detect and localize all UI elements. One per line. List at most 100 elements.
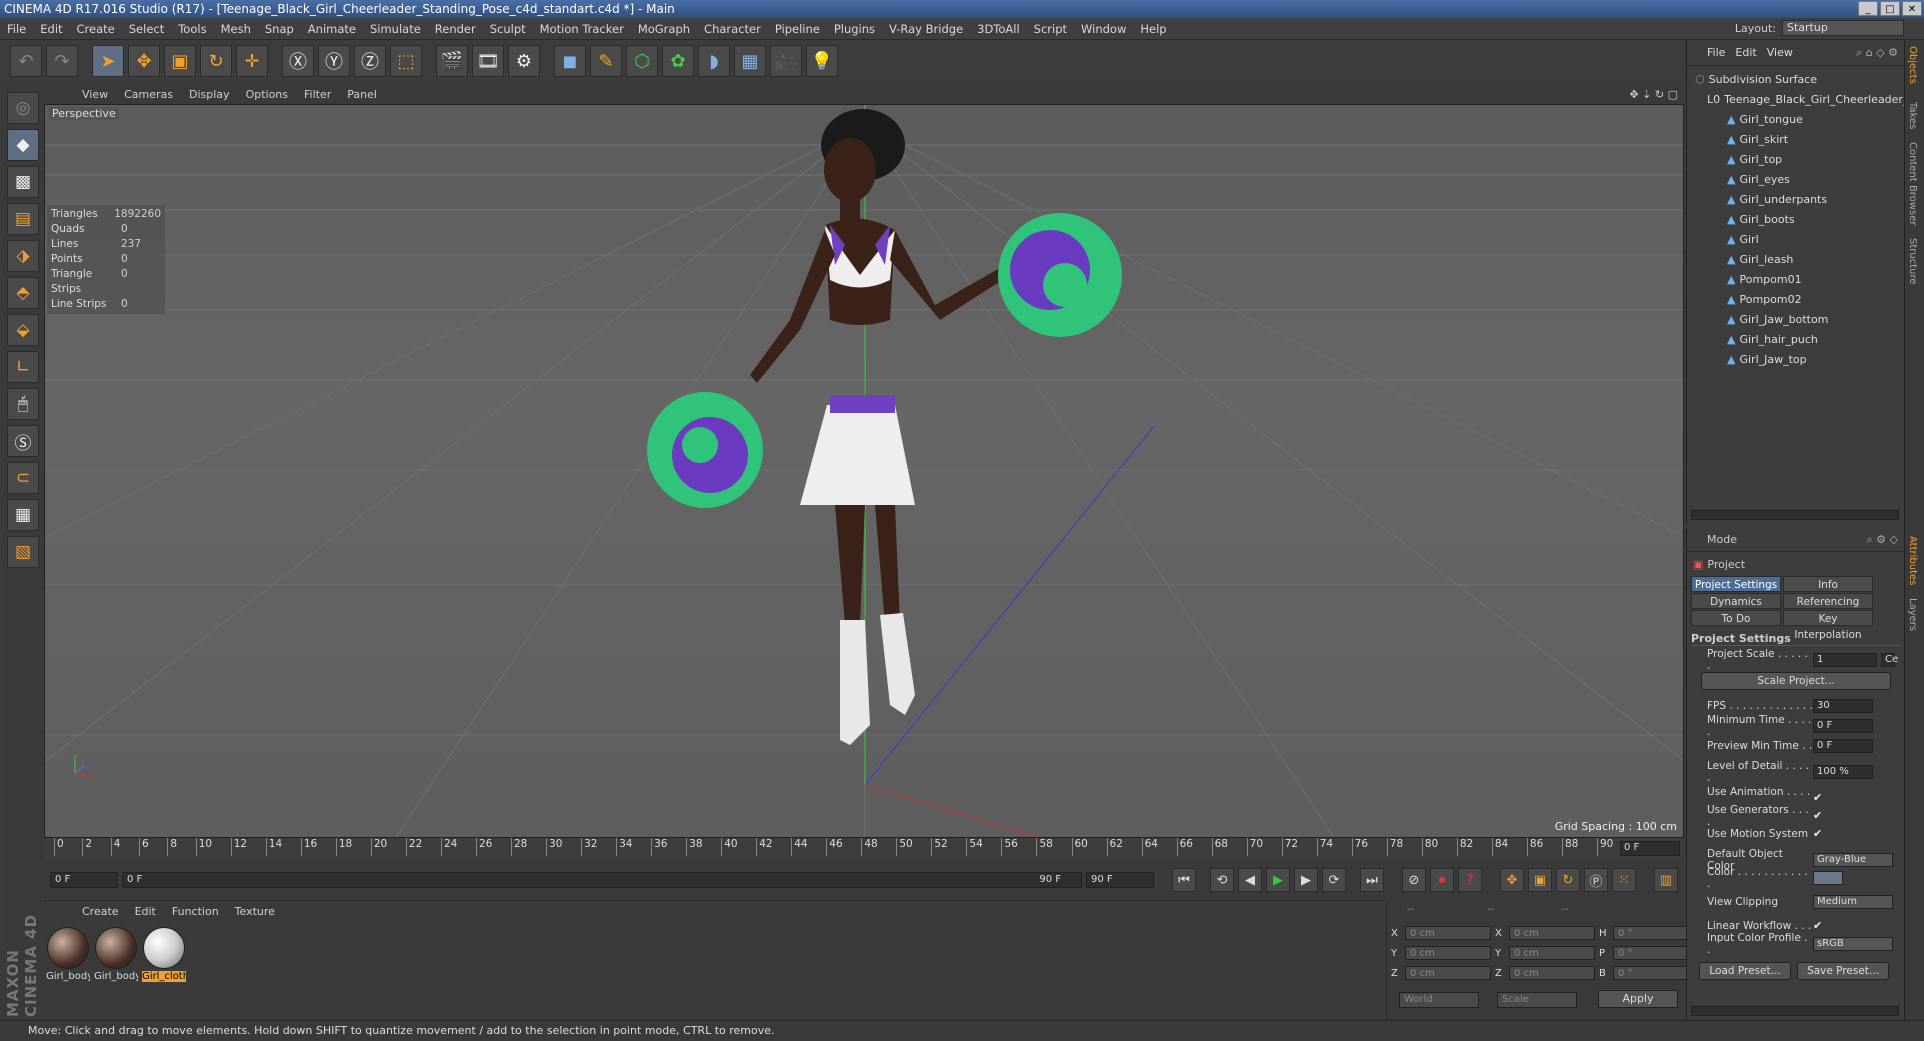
viewport-menu-display[interactable]: Display: [181, 88, 238, 101]
menu-snap[interactable]: Snap: [258, 22, 301, 36]
rotate-tool-icon[interactable]: ↻: [200, 45, 232, 77]
planar-workplane-icon[interactable]: ▧: [7, 536, 39, 568]
menu-mograph[interactable]: MoGraph: [631, 22, 697, 36]
level-of-detail-field[interactable]: 100 %: [1813, 765, 1873, 779]
tab-dynamics[interactable]: Dynamics: [1691, 593, 1781, 609]
menu-3dtoall[interactable]: 3DToAll: [970, 22, 1027, 36]
current-frame-field[interactable]: 0 F: [1620, 841, 1680, 856]
go-to-end-icon[interactable]: ⏭: [1360, 868, 1384, 892]
attribute-manager-scrollbar[interactable]: [1691, 1006, 1899, 1016]
key-parameter-icon[interactable]: Ⓟ: [1584, 868, 1608, 892]
menu-simulate[interactable]: Simulate: [363, 22, 428, 36]
material-menu-texture[interactable]: Texture: [227, 905, 283, 918]
viewport-nav-icons[interactable]: ✥ ⇣ ↻ ▢: [1629, 88, 1678, 101]
make-editable-icon[interactable]: ◎: [7, 92, 39, 124]
menu-character[interactable]: Character: [697, 22, 768, 36]
tab-to-do[interactable]: To Do: [1691, 610, 1781, 626]
menu-help[interactable]: Help: [1133, 22, 1173, 36]
timeline-window-icon[interactable]: ▥: [1654, 868, 1678, 892]
texture-mode-icon[interactable]: ▩: [7, 166, 39, 198]
3d-viewport[interactable]: Perspective Triangles 1892260 Quads 0 Line…: [44, 104, 1684, 838]
menu-vray-bridge[interactable]: V-Ray Bridge: [882, 22, 970, 36]
object-item[interactable]: ▲ Girl: [1687, 230, 1905, 248]
next-key-icon[interactable]: ⟳: [1322, 868, 1346, 892]
side-tab-objects[interactable]: Objects: [1907, 46, 1918, 84]
spline-pen-icon[interactable]: ✎: [590, 45, 622, 77]
save-preset-button[interactable]: Save Preset...: [1797, 962, 1889, 980]
size-z-field[interactable]: 0 cm: [1509, 966, 1595, 980]
side-tab-content-browser[interactable]: Content Browser: [1907, 142, 1918, 225]
material-item[interactable]: Girl_body: [46, 927, 90, 982]
project-scale-field[interactable]: 1: [1813, 653, 1877, 667]
menu-select[interactable]: Select: [122, 22, 171, 36]
cloner-icon[interactable]: ✿: [662, 45, 694, 77]
object-menu-edit[interactable]: Edit: [1735, 46, 1756, 59]
rotation-h-field[interactable]: 0 °: [1613, 926, 1687, 940]
object-search-icon[interactable]: ⌕ ⌂ ◇ ⚙: [1856, 46, 1898, 60]
menu-edit[interactable]: Edit: [33, 22, 69, 36]
menu-file[interactable]: File: [0, 22, 33, 36]
menu-window[interactable]: Window: [1074, 22, 1133, 36]
viewport-camera-label[interactable]: Perspective: [49, 107, 119, 120]
side-tab-takes[interactable]: Takes: [1907, 102, 1918, 129]
lock-workplane-icon[interactable]: ▦: [7, 499, 39, 531]
material-menu-function[interactable]: Function: [164, 905, 227, 918]
position-y-field[interactable]: 0 cm: [1405, 946, 1491, 960]
magnet-icon[interactable]: ⊂: [7, 462, 39, 494]
load-preset-button[interactable]: Load Preset...: [1699, 962, 1791, 980]
material-menu-edit[interactable]: Edit: [127, 905, 164, 918]
input-color-profile-dropdown[interactable]: sRGB: [1813, 937, 1893, 951]
material-item[interactable]: Girl_body: [94, 927, 138, 982]
layout-dropdown[interactable]: Startup: [1782, 20, 1904, 36]
render-settings-icon[interactable]: ⚙: [508, 45, 540, 77]
size-x-field[interactable]: 0 cm: [1509, 926, 1595, 940]
object-item-subdivision-surface[interactable]: ⬡ Subdivision Surface: [1687, 70, 1905, 88]
light-icon[interactable]: 💡: [806, 45, 838, 77]
polygons-mode-icon[interactable]: ⬙: [7, 314, 39, 346]
object-item[interactable]: ▲ Pompom02: [1687, 290, 1905, 308]
x-axis-icon[interactable]: Ⓧ: [282, 45, 314, 77]
preview-min-time-field[interactable]: 0 F: [1813, 739, 1873, 753]
menu-motion-tracker[interactable]: Motion Tracker: [533, 22, 631, 36]
object-item[interactable]: ▲ Girl_boots: [1687, 210, 1905, 228]
close-button[interactable]: ✕: [1902, 1, 1922, 16]
attribute-mode-menu[interactable]: Mode: [1707, 533, 1737, 546]
previous-key-icon[interactable]: ⟲: [1210, 868, 1234, 892]
render-view-icon[interactable]: 🎬: [436, 45, 468, 77]
select-tool-icon[interactable]: ➤: [92, 45, 124, 77]
object-item[interactable]: ▲ Pompom01: [1687, 270, 1905, 288]
floor-icon[interactable]: ▦: [734, 45, 766, 77]
menu-plugins[interactable]: Plugins: [827, 22, 882, 36]
viewport-menu-view[interactable]: View: [74, 88, 116, 101]
redo-icon[interactable]: ↷: [46, 45, 78, 77]
size-y-field[interactable]: 0 cm: [1509, 946, 1595, 960]
maximize-button[interactable]: □: [1880, 1, 1900, 16]
autokey-icon[interactable]: ⏺: [1430, 868, 1454, 892]
edges-mode-icon[interactable]: ⬘: [7, 277, 39, 309]
keyframe-selection-icon[interactable]: ?: [1458, 868, 1482, 892]
z-axis-icon[interactable]: Ⓩ: [354, 45, 386, 77]
play-icon[interactable]: ▶: [1266, 868, 1290, 892]
menu-render[interactable]: Render: [428, 22, 483, 36]
use-generators-checkbox[interactable]: ✔: [1813, 810, 1825, 822]
linear-workflow-checkbox[interactable]: ✔: [1813, 920, 1825, 932]
object-item[interactable]: ▲ Girl_Jaw_top: [1687, 350, 1905, 368]
undo-icon[interactable]: ↶: [10, 45, 42, 77]
start-frame-field[interactable]: 0 F: [50, 872, 118, 888]
key-scale-icon[interactable]: ▣: [1528, 868, 1552, 892]
move-tool-icon[interactable]: ✥: [128, 45, 160, 77]
tab-key-interpolation[interactable]: Key Interpolation: [1783, 610, 1873, 641]
scale-tool-icon[interactable]: ▣: [164, 45, 196, 77]
workplane-icon[interactable]: ▤: [7, 203, 39, 235]
attribute-nav-icons[interactable]: ⌕ ⚙ ◇: [1867, 533, 1898, 547]
position-z-field[interactable]: 0 cm: [1405, 966, 1491, 980]
go-to-start-icon[interactable]: ⏮: [1172, 868, 1196, 892]
use-motion-system-checkbox[interactable]: ✔: [1813, 828, 1825, 840]
snap-icon[interactable]: Ⓢ: [7, 425, 39, 457]
menu-animate[interactable]: Animate: [301, 22, 363, 36]
object-item-group[interactable]: L0 Teenage_Black_Girl_Cheerleader_S: [1687, 90, 1915, 108]
material-item-selected[interactable]: Girl_cloth: [142, 927, 186, 982]
scale-dropdown[interactable]: Scale: [1497, 992, 1577, 1008]
points-mode-icon[interactable]: ⬗: [7, 240, 39, 272]
menu-script[interactable]: Script: [1027, 22, 1074, 36]
